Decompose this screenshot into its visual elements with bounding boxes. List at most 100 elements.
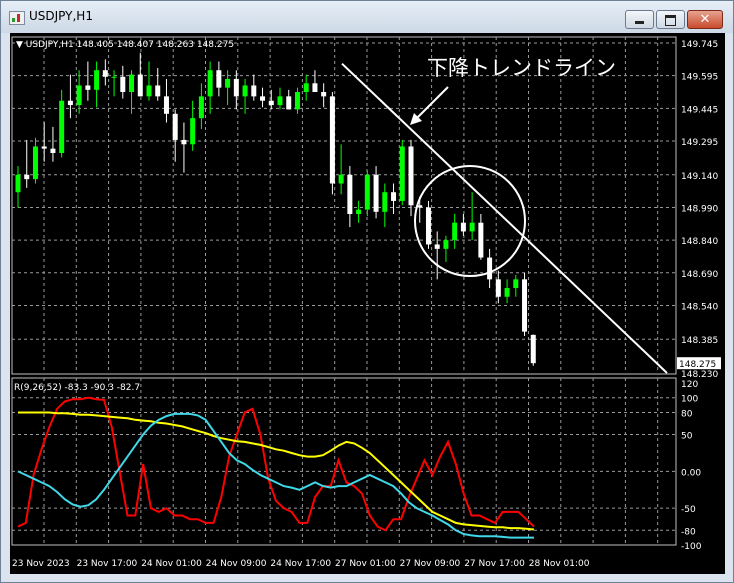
candle-body [163,96,169,114]
candle-body [487,257,493,280]
candle-body [190,118,196,145]
price-axis-label: 148.840 [681,237,718,247]
candle-body [504,288,510,297]
candle-body [347,174,353,214]
title-bar[interactable]: USDJPY,H1 ✕ [1,1,733,33]
close-button[interactable]: ✕ [687,10,723,29]
candle-body [329,96,335,184]
price-axis-label: 148.385 [681,336,718,346]
time-axis-label: 23 Nov 2023 [12,559,70,569]
candle-body [434,244,440,249]
candle-body [233,78,239,97]
candle-body [146,85,152,97]
candle-body [294,92,300,110]
price-chart-svg[interactable]: 下降トレンドライン 149.745149.595149.445149.29514… [10,33,725,574]
chart-area[interactable]: 下降トレンドライン 149.745 149.595 149.445 149.295 14… [10,33,725,574]
indicator-lines [17,396,535,539]
candle-body [50,148,56,153]
time-axis-label: 28 Nov 01:00 [529,559,590,569]
candle-body [382,192,388,212]
candle-body [216,70,222,88]
window-title: USDJPY,H1 [29,9,93,23]
price-axis-label: 149.745 [681,40,718,50]
current-price-label: 148.275 [679,360,716,370]
candle-body [76,85,82,106]
axes: 149.745 149.595 149.445 149.295 149.140 148.9… [12,40,721,569]
candle-body [207,70,213,97]
time-axis-label: 24 Nov 17:00 [270,559,331,569]
candle-body [443,240,449,249]
candle-body [181,139,187,145]
candle-body [356,209,362,214]
candle-body [198,96,204,119]
time-axis-label: 27 Nov 17:00 [464,559,525,569]
annotation-text: 下降トレンドライン [427,56,616,80]
indicator-scale-label: -80 [681,527,696,537]
candle-body [129,74,135,93]
indicator-scale-label: 80 [681,409,693,419]
time-axis-label: 27 Nov 09:00 [400,559,461,569]
candle-body [408,146,414,206]
candle-body [303,83,309,93]
candle-body [137,74,143,97]
candle-body [242,85,248,97]
candle-body [391,192,397,201]
symbol-info: ▼ USDJPY,H1 148.405 148.407 148.263 148.… [16,40,234,50]
candle-body [469,222,475,232]
candle-body [172,113,178,140]
candle-body [155,85,161,97]
time-axis-label: 24 Nov 01:00 [141,559,202,569]
grid [11,36,677,546]
candle-body [522,279,528,332]
chart-window: USDJPY,H1 ✕ 下降トレンドライン 149.745 149.595 149.… [0,0,734,583]
minimize-button[interactable] [625,10,654,29]
candle-body [364,174,370,210]
time-axis-label: 23 Nov 17:00 [77,559,138,569]
downtrend-line [341,62,668,374]
price-axis-label: 148.690 [681,270,718,280]
candle-body [102,70,108,77]
candle-body [225,78,231,88]
maximize-icon [665,15,676,26]
candle-body [312,83,318,93]
candle-body [495,279,501,297]
indicator-scale-label: -100 [681,542,702,552]
price-axis-label: 148.230 [681,370,718,380]
maximize-button[interactable] [656,10,685,29]
indicator-scale-label: 0.00 [681,468,701,478]
candle-body [478,222,484,258]
indicator-line-red [17,396,535,532]
price-axis-label: 148.990 [681,204,718,214]
candle-body [67,100,73,106]
minimize-icon [635,21,644,24]
candle-body [15,174,21,193]
price-axis-label: 149.295 [681,138,718,148]
candle-body [321,92,327,97]
candle-body [268,100,274,106]
indicator-scale-label: 120 [681,380,698,390]
candle-body [277,96,283,106]
candle-body [452,222,458,241]
indicator-line-cyan [17,412,534,539]
chart-app-icon [9,11,25,25]
candle-body [94,70,100,90]
time-axis-label: 27 Nov 01:00 [335,559,396,569]
sub-frame [11,377,677,546]
candle-body [460,222,466,232]
indicator-scale-label: 100 [681,395,698,405]
candle-body [59,100,65,153]
candle-body [338,174,344,184]
candle-body [111,76,117,78]
candle-body [120,76,126,93]
close-icon: ✕ [699,12,711,27]
candle-body [85,85,91,90]
candle-body [251,85,257,97]
candle-body [24,174,30,180]
time-axis-label: 24 Nov 09:00 [206,559,267,569]
candle-body [513,279,519,289]
candle-body [425,207,431,245]
candle-body [399,146,405,201]
candle-body [260,96,266,101]
candle-body [41,146,47,149]
candle-body [373,174,379,212]
